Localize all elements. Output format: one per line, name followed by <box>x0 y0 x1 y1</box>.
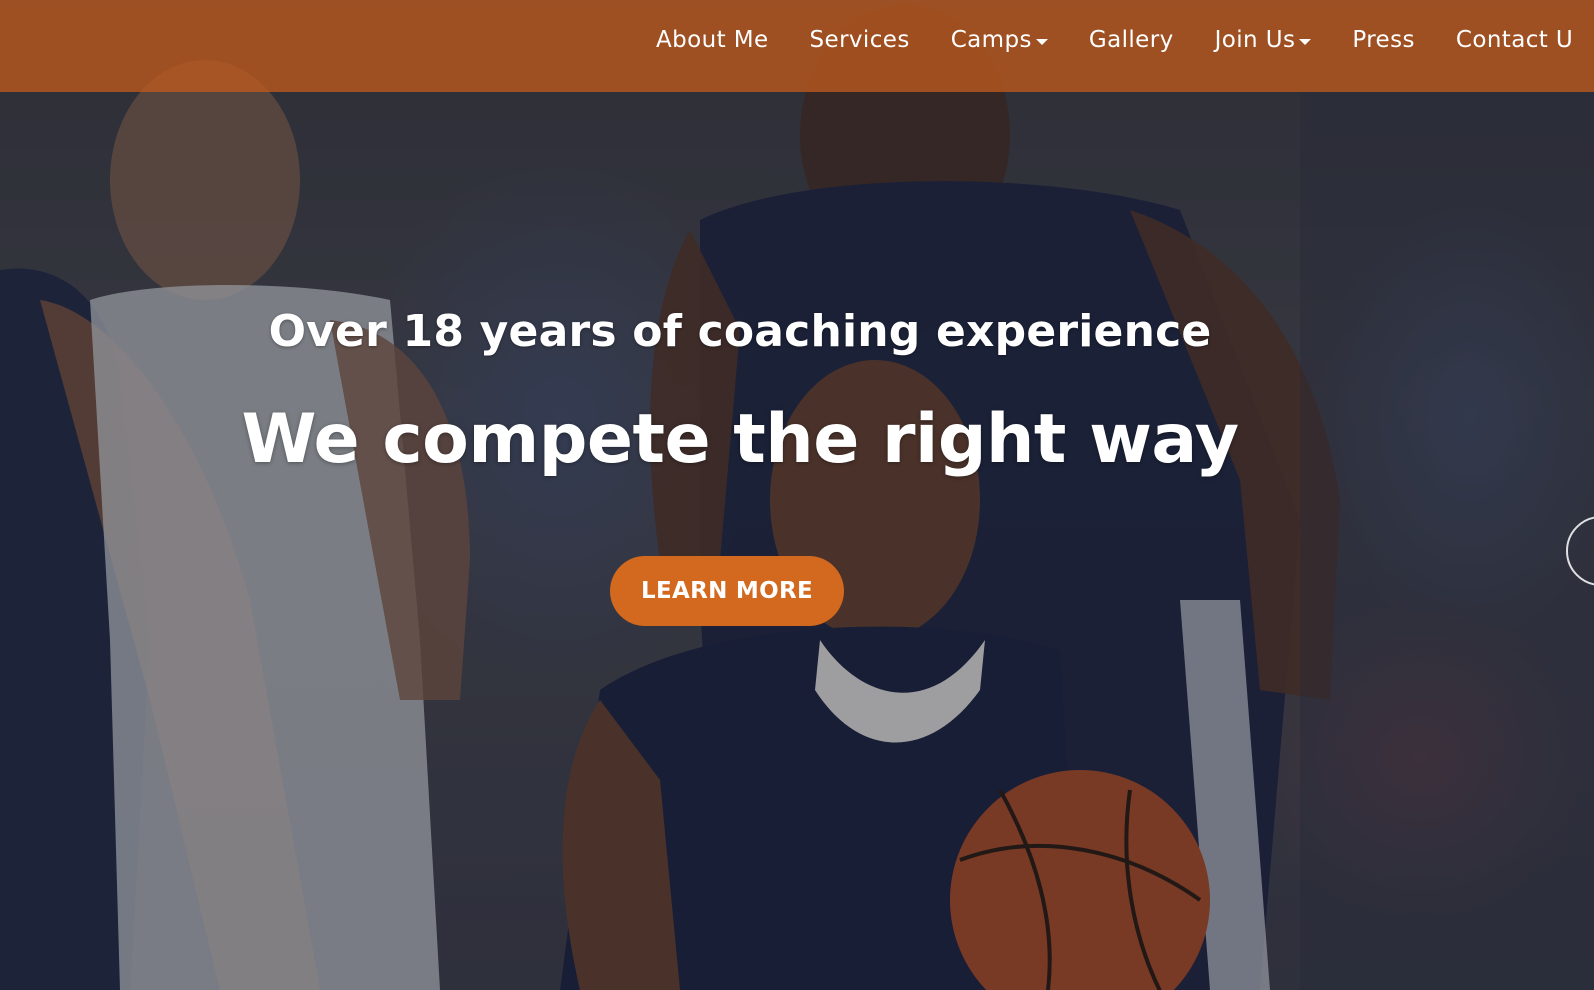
nav-item-join-us[interactable]: Join Us <box>1215 27 1312 53</box>
nav-item-label: Join Us <box>1214 27 1296 53</box>
nav-item-press[interactable]: Press <box>1352 27 1415 53</box>
nav-item-about-me[interactable]: About Me <box>656 27 769 53</box>
nav-item-label: Services <box>809 27 910 53</box>
hero-dark-overlay <box>0 0 1594 990</box>
nav-item-services[interactable]: Services <box>810 27 910 53</box>
nav-item-label: Camps <box>950 27 1032 53</box>
nav-item-label: Contact U <box>1455 27 1574 53</box>
nav-item-label: Press <box>1352 27 1415 53</box>
hero-kicker-text: Over 18 years of coaching experience <box>268 306 1212 357</box>
learn-more-button[interactable]: LEARN MORE <box>610 556 844 626</box>
caret-down-icon <box>1299 38 1312 45</box>
nav-item-camps[interactable]: Camps <box>951 27 1048 53</box>
nav-menu: About Me Services Camps Gallery Join Us … <box>656 0 1594 80</box>
page: About Me Services Camps Gallery Join Us … <box>0 0 1594 990</box>
nav-item-gallery[interactable]: Gallery <box>1089 27 1174 53</box>
nav-item-label: About Me <box>656 27 769 53</box>
nav-item-label: Gallery <box>1088 27 1174 53</box>
caret-down-icon <box>1035 38 1048 45</box>
top-navbar: About Me Services Camps Gallery Join Us … <box>0 0 1594 92</box>
hero-title: We compete the right way <box>241 400 1239 479</box>
nav-item-contact-us[interactable]: Contact U <box>1456 27 1573 53</box>
